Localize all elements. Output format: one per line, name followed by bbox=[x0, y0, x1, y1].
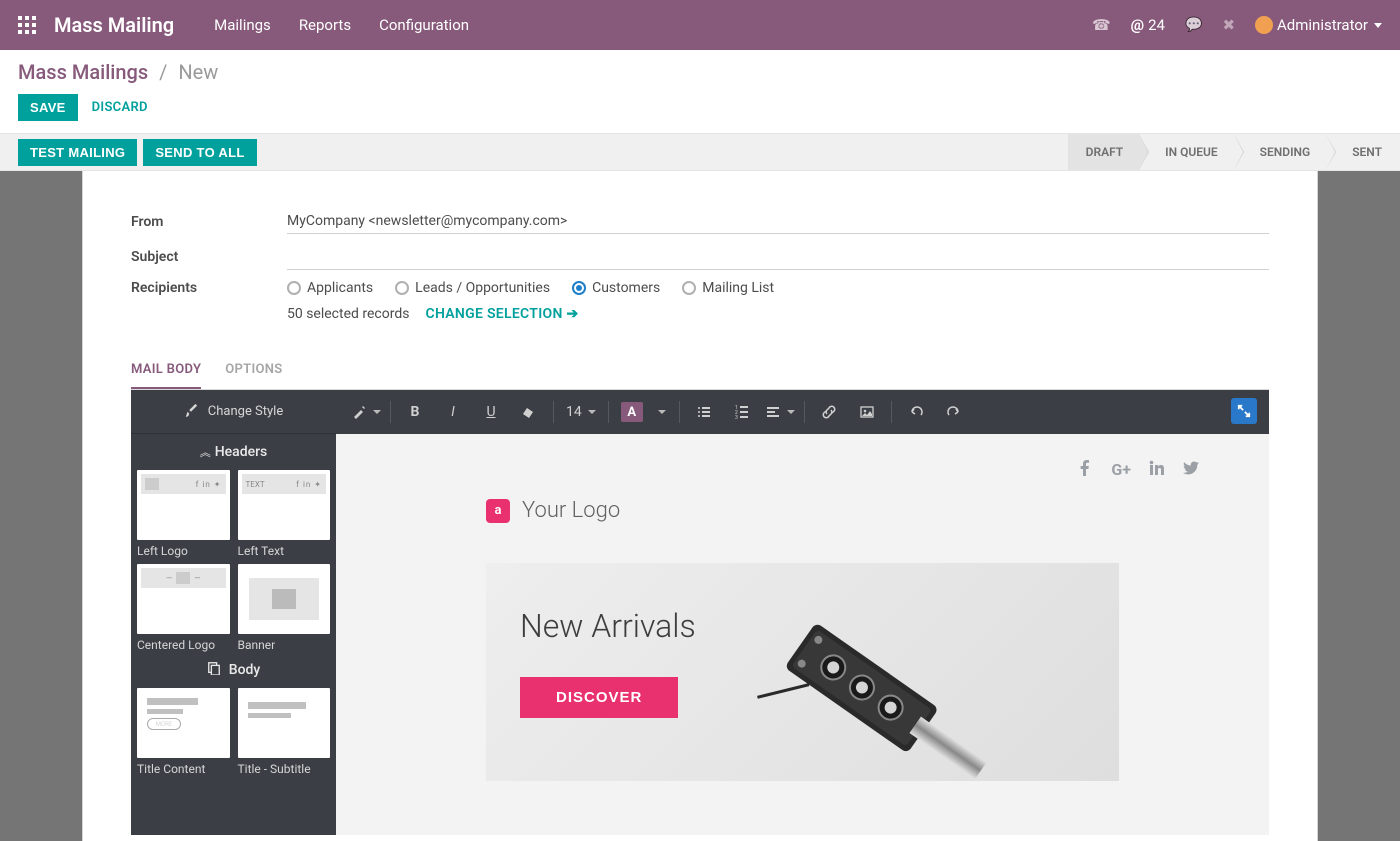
change-style-button[interactable]: Change Style bbox=[131, 390, 336, 434]
editor-canvas[interactable]: G+ a Your Logo New Arrivals DISCOVER bbox=[336, 434, 1269, 835]
hero-cta-button[interactable]: DISCOVER bbox=[520, 677, 678, 718]
change-selection-button[interactable]: CHANGE SELECTION ➔ bbox=[425, 306, 578, 322]
send-to-all-button[interactable]: SEND TO ALL bbox=[143, 139, 256, 166]
radio-applicants[interactable]: Applicants bbox=[287, 280, 373, 296]
user-menu[interactable]: Administrator bbox=[1255, 16, 1382, 34]
product-image bbox=[729, 563, 989, 781]
breadcrumb: Mass Mailings / New bbox=[18, 60, 1382, 84]
underline-button[interactable]: U bbox=[473, 398, 509, 426]
stage-draft[interactable]: DRAFT bbox=[1068, 134, 1140, 170]
side-section-body[interactable]: Body bbox=[131, 652, 336, 688]
editor-toolbar: B I U 14 A 123 bbox=[336, 390, 1269, 434]
topbar: Mass Mailing Mailings Reports Configurat… bbox=[0, 0, 1400, 50]
stage-sent[interactable]: SENT bbox=[1326, 134, 1400, 170]
stage-inqueue[interactable]: IN QUEUE bbox=[1139, 134, 1234, 170]
viewbar: TEST MAILING SEND TO ALL DRAFT IN QUEUE … bbox=[0, 134, 1400, 171]
ul-button[interactable] bbox=[686, 398, 722, 426]
block-left-text[interactable]: TEXTf in ✦ Left Text bbox=[238, 470, 331, 558]
magic-wand-button[interactable] bbox=[348, 398, 384, 426]
at-icon bbox=[1131, 16, 1144, 34]
recipients-radio-group: Applicants Leads / Opportunities Custome… bbox=[287, 280, 774, 296]
user-name: Administrator bbox=[1277, 16, 1368, 34]
block-title-subtitle[interactable]: Title - Subtitle bbox=[238, 688, 331, 776]
form-sheet: From MyCompany <newsletter@mycompany.com… bbox=[82, 171, 1318, 841]
linkedin-icon[interactable] bbox=[1149, 460, 1165, 480]
chevron-up-icon: ︽ bbox=[200, 444, 207, 460]
save-button[interactable]: SAVE bbox=[18, 94, 78, 121]
caret-down-icon bbox=[1374, 23, 1382, 28]
radio-leads[interactable]: Leads / Opportunities bbox=[395, 280, 550, 296]
copy-icon bbox=[207, 661, 221, 679]
phone-icon[interactable] bbox=[1092, 16, 1111, 34]
mention-count: 24 bbox=[1148, 16, 1165, 34]
hero-title[interactable]: New Arrivals bbox=[520, 607, 1085, 645]
bold-button[interactable]: B bbox=[397, 398, 433, 426]
apps-icon[interactable] bbox=[18, 16, 36, 34]
radio-mailinglist[interactable]: Mailing List bbox=[682, 280, 774, 296]
brush-icon bbox=[184, 403, 198, 421]
menu-mailings[interactable]: Mailings bbox=[214, 16, 271, 34]
font-color-button[interactable]: A bbox=[615, 398, 649, 426]
subject-input[interactable] bbox=[287, 244, 1269, 270]
breadcrumb-sep: / bbox=[159, 60, 167, 84]
italic-button[interactable]: I bbox=[435, 398, 471, 426]
app-title: Mass Mailing bbox=[54, 13, 174, 37]
social-row: G+ bbox=[356, 456, 1249, 498]
tab-mail-body[interactable]: MAIL BODY bbox=[131, 352, 201, 389]
breadcrumb-current: New bbox=[178, 60, 218, 84]
settings-icon[interactable] bbox=[1222, 16, 1235, 34]
mentions-button[interactable]: 24 bbox=[1131, 16, 1165, 34]
clear-format-button[interactable] bbox=[511, 398, 547, 426]
logo-badge: a bbox=[486, 499, 510, 523]
side-section-headers[interactable]: ︽ Headers bbox=[131, 434, 336, 470]
hero-block[interactable]: New Arrivals DISCOVER bbox=[486, 563, 1119, 781]
googleplus-icon[interactable]: G+ bbox=[1111, 460, 1131, 480]
radio-customers[interactable]: Customers bbox=[572, 280, 660, 296]
link-button[interactable] bbox=[811, 398, 847, 426]
from-label: From bbox=[131, 214, 287, 230]
recipients-label: Recipients bbox=[131, 280, 287, 296]
svg-text:3: 3 bbox=[735, 415, 738, 420]
chat-icon[interactable] bbox=[1185, 17, 1202, 33]
block-left-logo[interactable]: f in ✦ Left Logo bbox=[137, 470, 230, 558]
arrow-right-icon: ➔ bbox=[566, 306, 578, 322]
avatar bbox=[1255, 16, 1273, 34]
selection-count: 50 selected records bbox=[287, 306, 409, 322]
breadcrumb-root[interactable]: Mass Mailings bbox=[18, 60, 148, 84]
test-mailing-button[interactable]: TEST MAILING bbox=[18, 139, 137, 166]
menu-configuration[interactable]: Configuration bbox=[379, 16, 469, 34]
editor-sidebar: Change Style ︽ Headers f in ✦ Left Logo … bbox=[131, 390, 336, 835]
block-banner[interactable]: Banner bbox=[238, 564, 331, 652]
main-menu: Mailings Reports Configuration bbox=[214, 16, 469, 34]
stage-sending[interactable]: SENDING bbox=[1234, 134, 1327, 170]
change-style-label: Change Style bbox=[208, 404, 283, 419]
redo-button[interactable] bbox=[936, 398, 972, 426]
logo-text[interactable]: Your Logo bbox=[522, 498, 620, 523]
font-size-select[interactable]: 14 bbox=[560, 398, 602, 426]
fullscreen-button[interactable] bbox=[1231, 398, 1257, 424]
discard-button[interactable]: DISCARD bbox=[92, 100, 148, 115]
tab-options[interactable]: OPTIONS bbox=[225, 352, 282, 389]
twitter-icon[interactable] bbox=[1183, 460, 1199, 480]
undo-button[interactable] bbox=[898, 398, 934, 426]
subhead: Mass Mailings / New SAVE DISCARD bbox=[0, 50, 1400, 134]
editor: Change Style ︽ Headers f in ✦ Left Logo … bbox=[131, 390, 1269, 835]
ol-button[interactable]: 123 bbox=[724, 398, 760, 426]
block-centered-logo[interactable]: —— Centered Logo bbox=[137, 564, 230, 652]
topbar-right: 24 Administrator bbox=[1092, 16, 1382, 34]
image-button[interactable] bbox=[849, 398, 885, 426]
form-tabs: MAIL BODY OPTIONS bbox=[131, 352, 1269, 390]
align-button[interactable] bbox=[762, 398, 798, 426]
facebook-icon[interactable] bbox=[1077, 460, 1093, 480]
block-title-content[interactable]: MORE Title Content bbox=[137, 688, 230, 776]
subject-label: Subject bbox=[131, 249, 287, 265]
from-input[interactable]: MyCompany <newsletter@mycompany.com> bbox=[287, 209, 1269, 234]
font-color-caret[interactable] bbox=[651, 398, 673, 426]
status-stages: DRAFT IN QUEUE SENDING SENT bbox=[1068, 134, 1400, 170]
menu-reports[interactable]: Reports bbox=[299, 16, 351, 34]
canvas-bg: From MyCompany <newsletter@mycompany.com… bbox=[0, 171, 1400, 841]
editor-main: B I U 14 A 123 bbox=[336, 390, 1269, 835]
